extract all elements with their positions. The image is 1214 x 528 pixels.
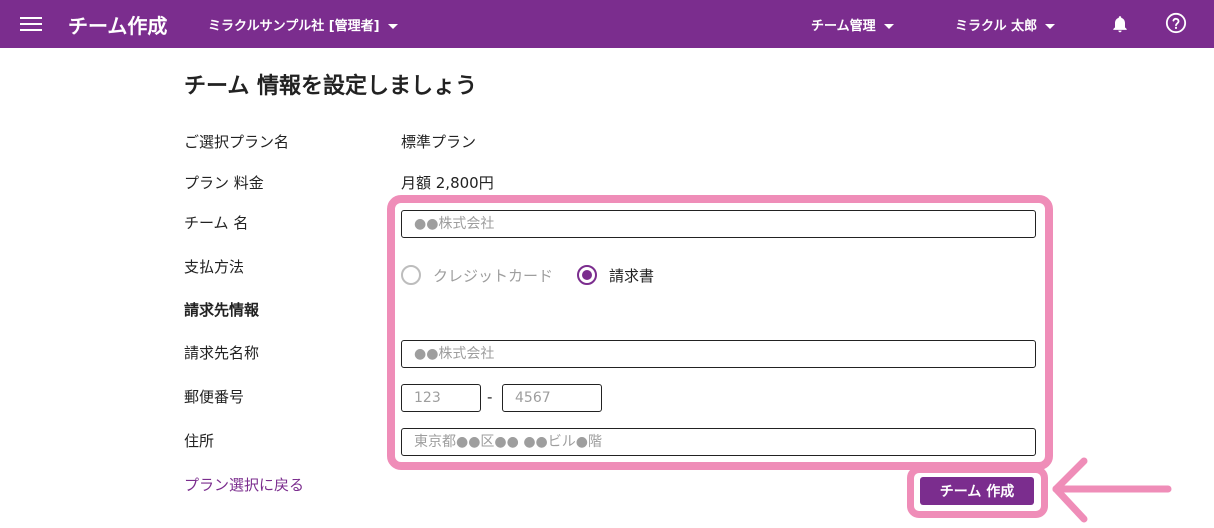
plan-name-value: 標準プラン (401, 133, 477, 151)
billing-name-input[interactable] (401, 340, 1036, 368)
postal-separator: - (487, 388, 493, 406)
bell-icon[interactable] (1110, 13, 1130, 35)
app-header: チーム作成 ミラクルサンプル社 [管理者] チーム管理 ミラクル 太郎 (0, 0, 1214, 48)
plan-fee-value: 月額 2,800円 (401, 174, 494, 192)
plan-name-label: ご選択プラン名 (184, 133, 290, 151)
arrow-left-icon (1052, 457, 1172, 523)
address-label: 住所 (184, 432, 215, 450)
payment-option-label: 請求書 (609, 266, 655, 285)
help-icon[interactable] (1165, 12, 1187, 34)
back-to-plan-link[interactable]: プラン選択に戻る (184, 474, 304, 495)
address-input[interactable] (401, 428, 1036, 456)
app-title: チーム作成 (68, 14, 168, 38)
page-title: チーム 情報を設定しましょう (184, 74, 478, 99)
billing-section-label: 請求先情報 (184, 301, 260, 319)
payment-option-label: クレジットカード (433, 266, 554, 285)
create-team-button[interactable]: チーム 作成 (920, 477, 1034, 505)
hamburger-icon[interactable] (20, 14, 42, 34)
company-selector[interactable]: ミラクルサンプル社 [管理者] (208, 15, 398, 34)
postal-code-label: 郵便番号 (184, 388, 245, 406)
chevron-down-icon (387, 24, 398, 29)
radio-unchecked-icon (401, 265, 421, 285)
postal-code-first-input[interactable] (401, 384, 481, 412)
postal-code-second-input[interactable] (502, 384, 602, 412)
chevron-down-icon (883, 24, 894, 29)
team-management-label: チーム管理 (811, 19, 876, 34)
user-menu[interactable]: ミラクル 太郎 (955, 15, 1056, 34)
plan-fee-label: プラン 料金 (184, 174, 264, 192)
radio-checked-icon (577, 265, 597, 285)
payment-option-credit-card[interactable]: クレジットカード (401, 264, 553, 286)
team-management-menu[interactable]: チーム管理 (811, 15, 894, 34)
chevron-down-icon (1045, 24, 1056, 29)
company-name: ミラクルサンプル社 [管理者] (208, 19, 380, 34)
payment-method-label: 支払方法 (184, 258, 245, 276)
team-name-input[interactable] (401, 210, 1036, 238)
user-name: ミラクル 太郎 (955, 19, 1038, 34)
billing-name-label: 請求先名称 (184, 344, 260, 362)
team-name-label: チーム 名 (184, 214, 249, 232)
payment-option-invoice[interactable]: 請求書 (577, 264, 654, 286)
